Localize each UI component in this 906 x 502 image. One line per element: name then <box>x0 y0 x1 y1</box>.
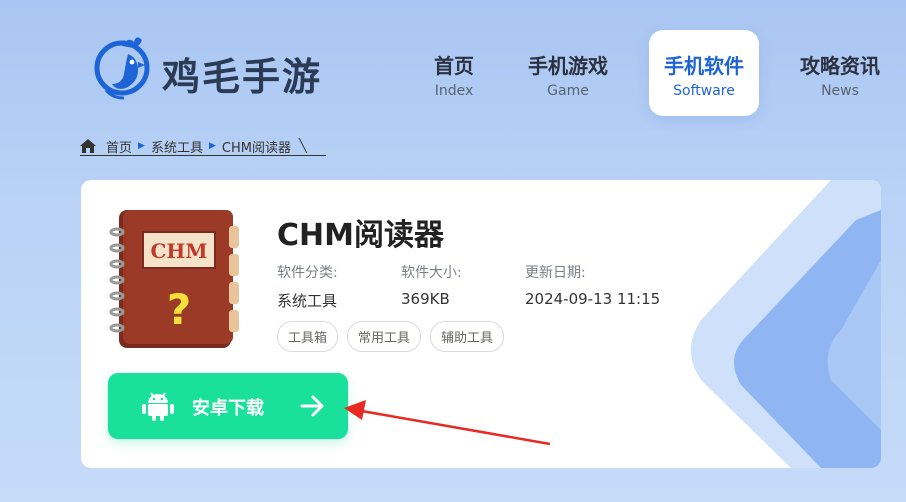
nav-item-game[interactable]: 手机游戏 Game <box>516 30 620 116</box>
meta-size: 软件大小: 369KB <box>401 262 462 308</box>
meta-value[interactable]: 系统工具 <box>277 290 338 311</box>
meta-label: 软件分类: <box>277 265 338 281</box>
breadcrumb-separator-icon: ▶ <box>138 141 145 151</box>
nav-label-zh: 首页 <box>434 54 474 78</box>
red-annotation-arrow-icon <box>344 400 551 446</box>
android-icon <box>142 392 174 421</box>
home-icon[interactable] <box>80 139 96 153</box>
breadcrumb: 首页 ▶ 系统工具 ▶ CHM阅读器 ╲ <box>80 136 326 156</box>
tag-common-tools[interactable]: 常用工具 <box>347 321 422 352</box>
breadcrumb-underline <box>80 155 326 156</box>
icon-text: CHM <box>151 239 208 263</box>
tag-toolbox[interactable]: 工具箱 <box>277 321 339 352</box>
card-decoration <box>691 180 881 468</box>
arrow-right-icon <box>300 395 324 417</box>
breadcrumb-item-home[interactable]: 首页 <box>106 137 132 156</box>
breadcrumb-item-current[interactable]: CHM阅读器 <box>222 137 291 156</box>
meta-value: 2024-09-13 11:15 <box>525 290 661 308</box>
tag-helper-tools[interactable]: 辅助工具 <box>430 321 505 352</box>
meta-label: 更新日期: <box>525 265 586 281</box>
nav-label-en: Game <box>547 83 589 99</box>
nav-label-zh: 手机软件 <box>664 54 744 78</box>
meta-label: 软件大小: <box>401 265 462 281</box>
breadcrumb-separator-icon: ▶ <box>208 141 216 151</box>
nav-label-zh: 手机游戏 <box>528 54 608 78</box>
breadcrumb-item-category[interactable]: 系统工具 <box>151 137 203 156</box>
meta-category: 软件分类: 系统工具 <box>277 262 338 311</box>
rooster-logo-icon <box>94 37 150 100</box>
chm-book-icon: CHM ? <box>109 210 239 348</box>
breadcrumb-end-mark: ╲ <box>298 138 307 154</box>
android-download-button[interactable]: 安卓下载 <box>108 373 348 439</box>
tag-list: 工具箱 常用工具 辅助工具 <box>277 321 505 352</box>
meta-value: 369KB <box>401 290 450 308</box>
nav-label-en: News <box>821 83 859 99</box>
meta-date: 更新日期: 2024-09-13 11:15 <box>525 262 660 308</box>
nav-label-en: Software <box>673 83 735 99</box>
nav-label-en: Index <box>434 83 474 99</box>
nav-item-index[interactable]: 首页 Index <box>420 30 488 116</box>
nav-label-zh: 攻略资讯 <box>800 54 880 78</box>
download-label: 安卓下载 <box>192 398 264 419</box>
nav-item-news[interactable]: 攻略资讯 News <box>790 30 890 116</box>
logo-text: 鸡毛手游 <box>162 55 323 99</box>
nav-item-software[interactable]: 手机软件 Software <box>649 30 759 116</box>
icon-symbol: ? <box>167 285 191 334</box>
app-title: CHM阅读器 <box>277 218 444 253</box>
